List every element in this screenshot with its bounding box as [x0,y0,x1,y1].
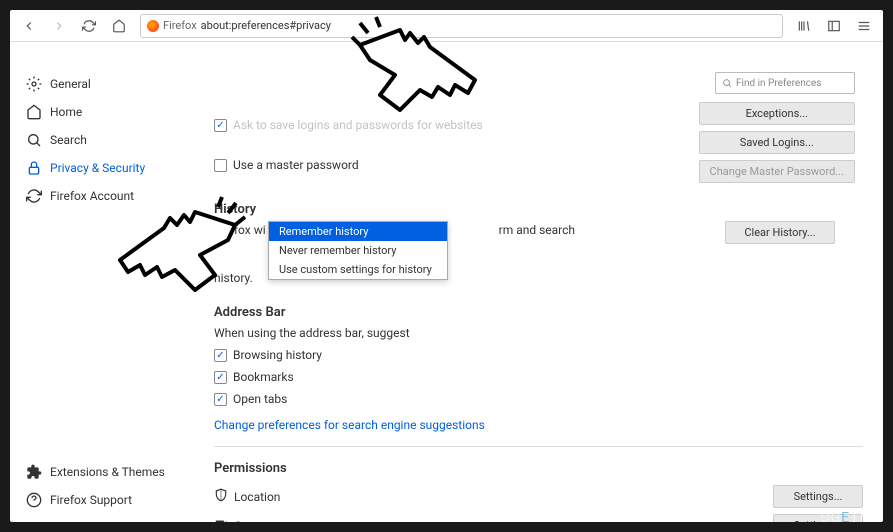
watermark: UGETFIX [820,509,883,526]
menu-button[interactable] [851,13,877,39]
sidebar-item-search[interactable]: Search [10,126,194,154]
change-master-password-button: Change Master Password... [699,160,855,183]
question-icon [26,492,42,508]
checkbox-label: Use a master password [233,158,359,172]
url-bar[interactable]: Firefox about:preferences#privacy [140,14,783,38]
sidebar-item-label: Search [50,133,87,147]
history-trailing: rm and search [499,223,575,237]
location-icon [214,488,228,505]
sidebar-item-home[interactable]: Home [10,98,194,126]
search-icon [26,132,42,148]
gear-icon [26,76,42,92]
preferences-main: Find in Preferences Exceptions... Saved … [194,42,883,522]
saved-logins-button[interactable]: Saved Logins... [699,131,855,154]
checkbox-label: Open tabs [233,392,287,406]
sidebar-item-privacy[interactable]: Privacy & Security [10,154,194,182]
sidebar-item-label: Home [50,105,82,119]
preferences-sidebar: General Home Search Privacy & Security F… [10,42,194,522]
clear-history-button[interactable]: Clear History... [725,221,835,244]
search-icon [722,78,732,88]
camera-icon [214,517,228,522]
sidebar-item-support[interactable]: Firefox Support [10,486,194,514]
addressbar-desc: When using the address bar, suggest [214,326,863,340]
sidebar-item-label: Extensions & Themes [50,465,165,479]
permission-label: Camera [234,519,276,523]
location-settings-button[interactable]: Settings... [773,485,863,508]
checkbox-icon [214,393,227,406]
checkbox-icon [214,159,227,172]
sidebar-item-extensions[interactable]: Extensions & Themes [10,458,194,486]
sync-icon [26,188,42,204]
firefox-icon [147,20,159,32]
find-preferences-input[interactable]: Find in Preferences [715,72,855,94]
permissions-heading: Permissions [214,461,863,476]
suggest-browsing-history-checkbox[interactable]: Browsing history [214,344,863,366]
history-prefix: Firefox wi [214,223,266,237]
puzzle-icon [26,464,42,480]
reload-button[interactable] [76,13,102,39]
search-suggestions-link[interactable]: Change preferences for search engine sug… [214,418,863,432]
exceptions-button[interactable]: Exceptions... [699,102,855,125]
url-text: about:preferences#privacy [201,19,331,32]
sidebar-item-label: Firefox Support [50,493,132,507]
sidebar-item-label: Firefox Account [50,189,134,203]
sidebar-item-account[interactable]: Firefox Account [10,182,194,210]
back-button[interactable] [16,13,42,39]
forward-button[interactable] [46,13,72,39]
sidebar-item-label: Privacy & Security [50,161,145,175]
permission-label: Location [234,490,280,504]
addressbar-heading: Address Bar [214,305,863,320]
checkbox-icon [214,371,227,384]
dropdown-option-remember[interactable]: Remember history [269,222,447,241]
suggest-open-tabs-checkbox[interactable]: Open tabs [214,388,863,410]
checkbox-icon [214,119,227,132]
lock-icon [26,160,42,176]
checkbox-icon [214,349,227,362]
sidebar-button[interactable] [821,13,847,39]
dropdown-option-custom[interactable]: Use custom settings for history [269,260,447,279]
checkbox-label: Bookmarks [233,370,294,384]
checkbox-label: Ask to save logins and passwords for web… [233,118,483,132]
suggest-bookmarks-checkbox[interactable]: Bookmarks [214,366,863,388]
history-mode-dropdown[interactable]: Remember history Never remember history … [268,221,448,280]
history-heading: History [214,202,863,217]
browser-toolbar: Firefox about:preferences#privacy [10,10,883,42]
sidebar-item-label: General [50,77,91,91]
home-button[interactable] [106,13,132,39]
divider [214,446,863,447]
search-placeholder: Find in Preferences [736,78,821,89]
checkbox-label: Browsing history [233,348,322,362]
sidebar-item-general[interactable]: General [10,70,194,98]
dropdown-option-never[interactable]: Never remember history [269,241,447,260]
app-label: Firefox [163,19,197,32]
home-icon [26,104,42,120]
library-button[interactable] [791,13,817,39]
